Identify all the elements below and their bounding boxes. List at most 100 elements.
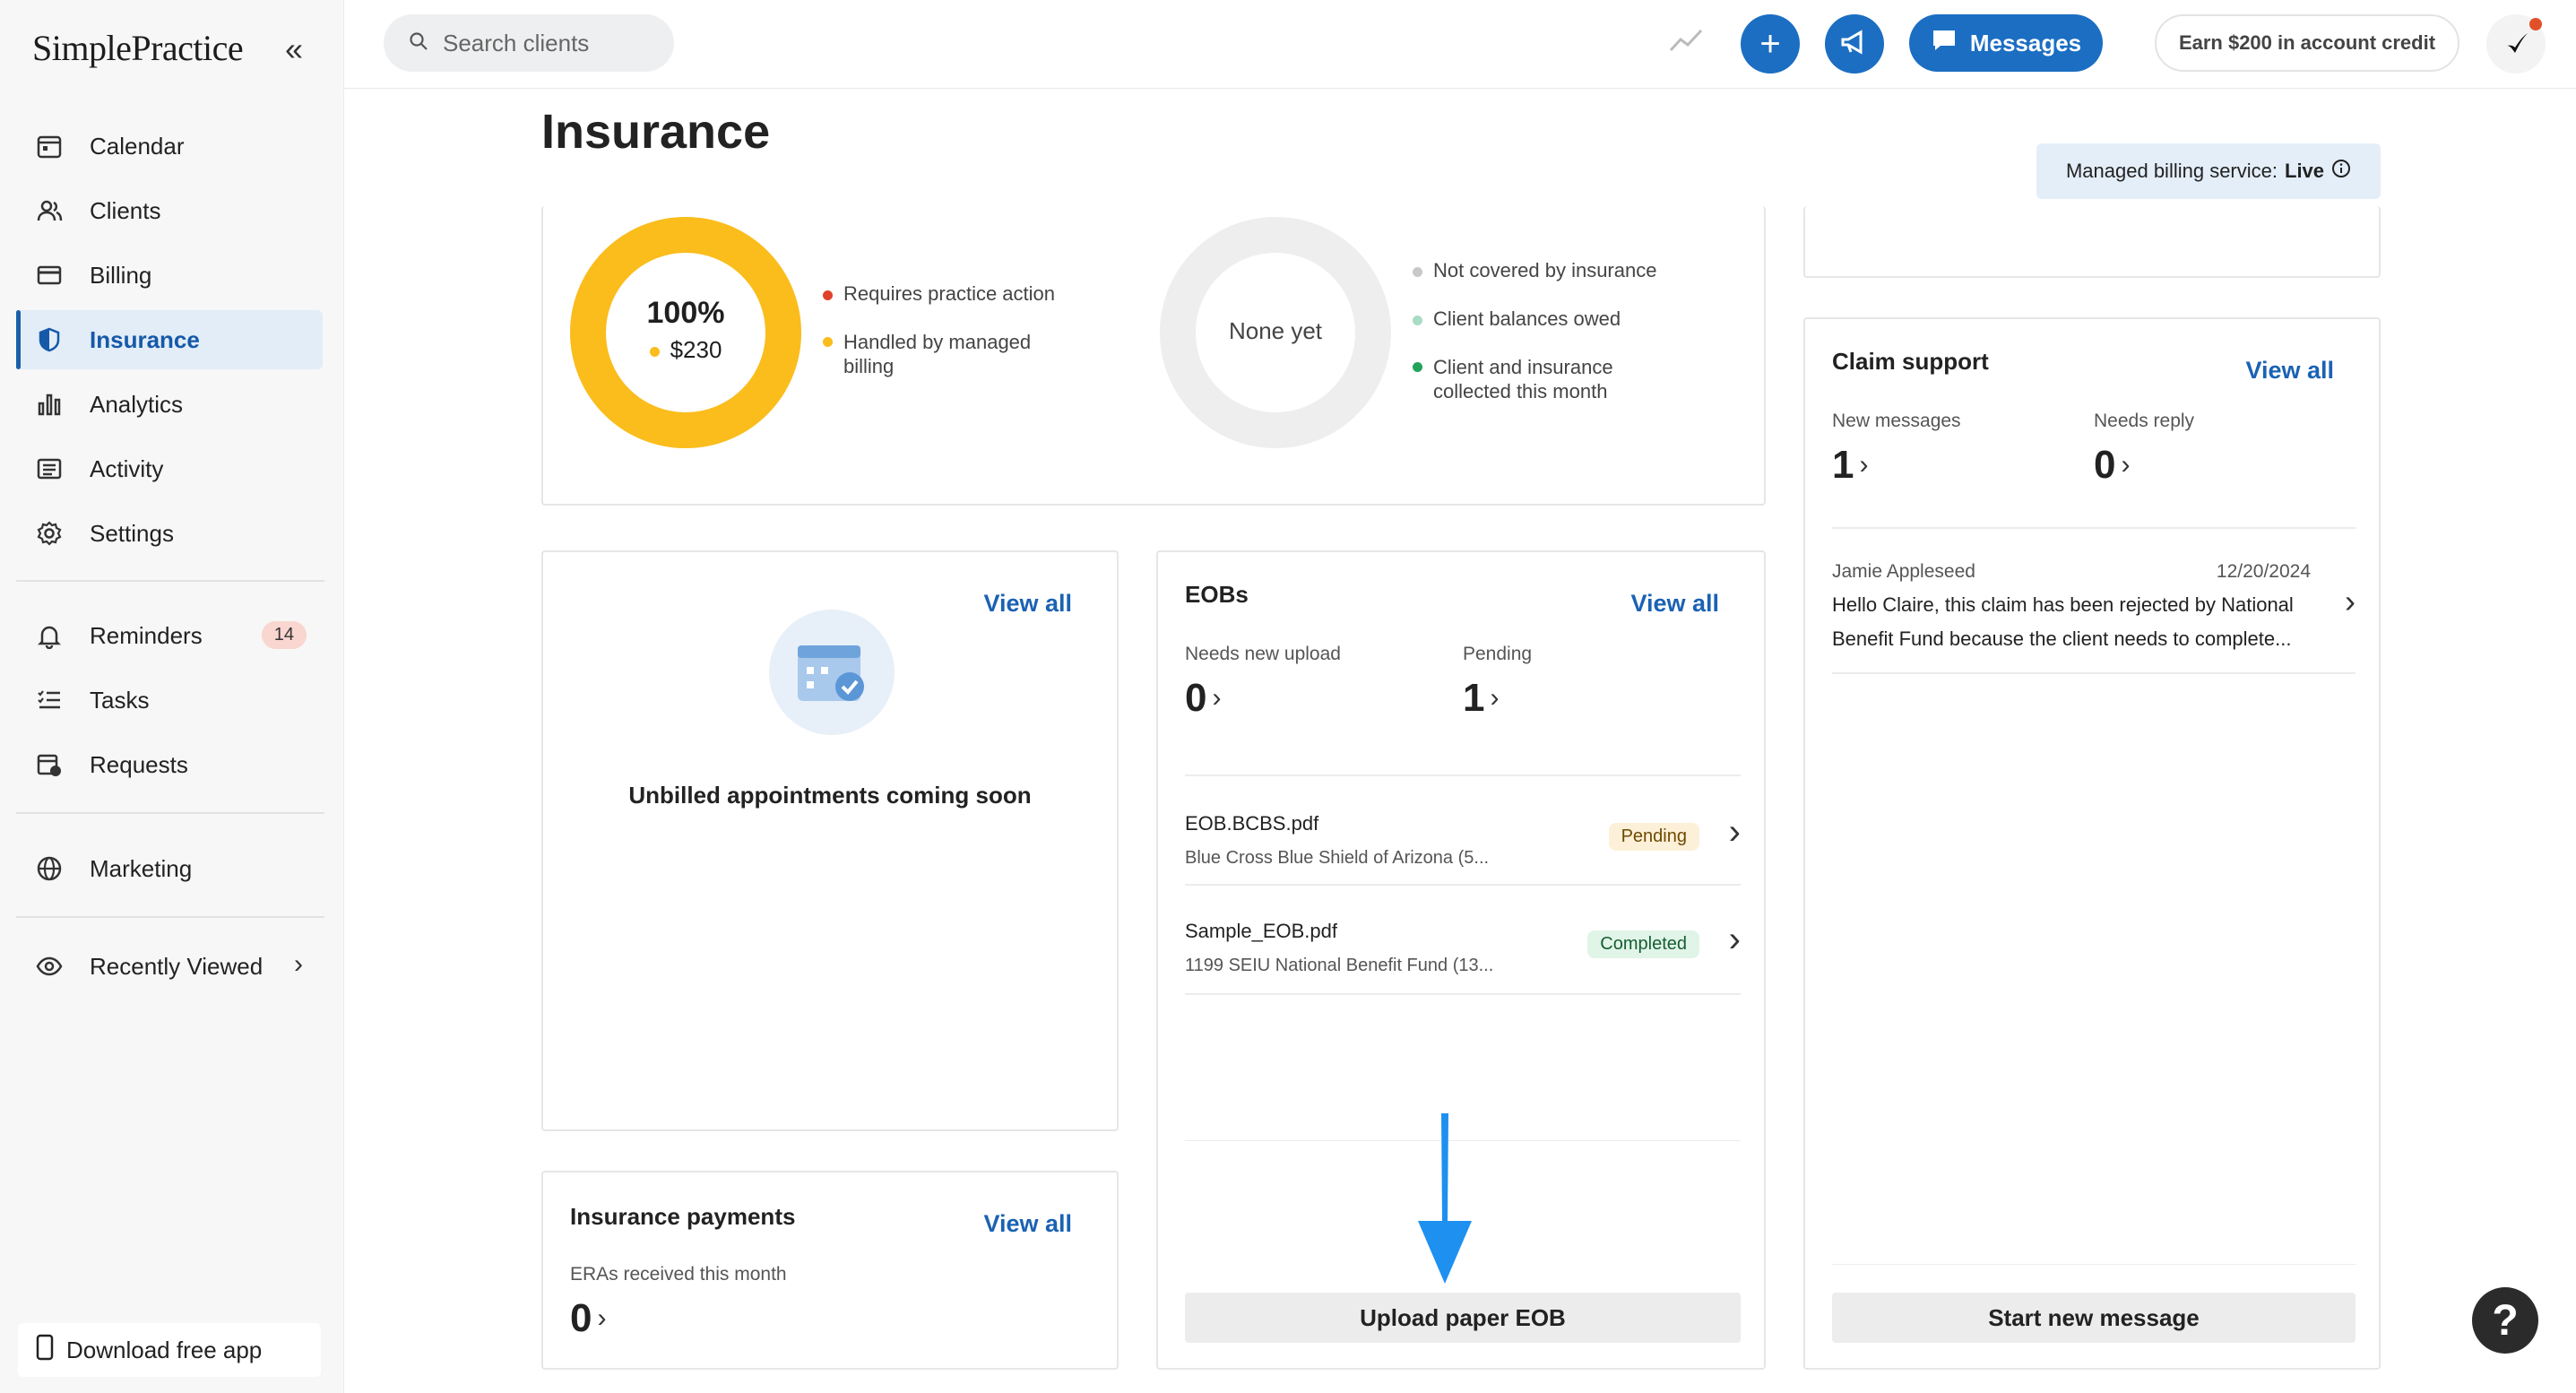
status-badge: Completed	[1587, 930, 1699, 958]
legend-label: Handled by managed billing	[843, 331, 1032, 377]
billing-icon	[34, 260, 65, 290]
new-messages-label: New messages	[1832, 411, 1961, 431]
sidebar-item-label: Analytics	[90, 390, 184, 418]
new-messages-link[interactable]: 1 ›	[1832, 443, 1868, 488]
sidebar-item-recently-viewed[interactable]: Recently Viewed ›	[16, 937, 323, 996]
needs-upload-link[interactable]: 0 ›	[1185, 676, 1221, 721]
chevron-right-icon: ›	[1490, 683, 1500, 713]
legend-label: Requires practice action	[843, 282, 1056, 305]
requests-icon	[34, 749, 65, 780]
collapse-sidebar-icon[interactable]: «	[285, 30, 303, 68]
needs-reply-count: 0	[2094, 443, 2116, 487]
claim-support-card: Claim support View all New messages 1 › N…	[1803, 317, 2381, 1370]
needs-upload-count: 0	[1185, 676, 1207, 720]
sidebar-item-analytics[interactable]: Analytics	[16, 375, 323, 434]
message-preview-line2: Benefit Fund because the client needs to…	[1832, 627, 2292, 650]
donut-amount: $230	[670, 336, 722, 363]
search-input[interactable]: Search clients	[384, 14, 674, 72]
claim-message-row[interactable]: Jamie Appleseed 12/20/2024 Hello Claire,…	[1832, 529, 2356, 672]
chevron-right-icon: ›	[597, 1303, 607, 1333]
sidebar-item-marketing[interactable]: Marketing	[16, 839, 323, 898]
sidebar-item-billing[interactable]: Billing	[16, 246, 323, 305]
search-icon	[409, 30, 428, 57]
right-top-card	[1803, 206, 2381, 278]
messages-button[interactable]: Messages	[1909, 14, 2103, 72]
avatar[interactable]	[2486, 14, 2546, 74]
eob-payer: 1199 SEIU National Benefit Fund (13...	[1185, 956, 1494, 975]
sidebar-item-label: Calendar	[90, 132, 185, 160]
legend-dot	[823, 290, 833, 300]
sidebar-item-label: Activity	[90, 454, 164, 482]
new-messages-count: 1	[1832, 443, 1854, 487]
message-date: 12/20/2024	[2216, 561, 2311, 582]
donut-empty-label: None yet	[1228, 317, 1323, 344]
sidebar-item-reminders[interactable]: Reminders 14	[16, 606, 323, 665]
chevron-right-icon: ›	[294, 949, 303, 979]
chevron-right-icon: ›	[1728, 812, 1741, 852]
activity-icon	[34, 454, 65, 484]
sidebar: SimplePractice « Calendar Clients Billin…	[0, 0, 344, 1393]
needs-reply-link[interactable]: 0 ›	[2094, 443, 2130, 488]
help-button[interactable]: ?	[2472, 1287, 2538, 1354]
eras-count-link[interactable]: 0 ›	[570, 1296, 606, 1341]
divider	[1185, 993, 1741, 995]
unbilled-view-all-link[interactable]: View all	[983, 590, 1072, 618]
message-preview-line1: Hello Claire, this claim has been reject…	[1832, 593, 2294, 616]
sidebar-divider	[16, 812, 324, 814]
eobs-view-all-link[interactable]: View all	[1630, 590, 1719, 618]
legend-item: Client balances owed	[1413, 307, 1621, 331]
sidebar-item-label: Settings	[90, 519, 174, 547]
upload-paper-eob-button[interactable]: Upload paper EOB	[1185, 1293, 1741, 1343]
download-app-button[interactable]: Download free app	[18, 1323, 321, 1377]
unbilled-message: Unbilled appointments coming soon	[628, 782, 1032, 809]
insurance-summary-card: 100% $230 Requires practice action Handl…	[541, 206, 1766, 506]
trend-icon[interactable]	[1669, 27, 1703, 58]
status-badge: Pending	[1608, 823, 1699, 851]
eras-count: 0	[570, 1296, 592, 1340]
sidebar-item-requests[interactable]: Requests	[16, 735, 323, 794]
announcements-button[interactable]	[1825, 14, 1884, 74]
sidebar-item-settings[interactable]: Settings	[16, 504, 323, 563]
earn-credit-button[interactable]: Earn $200 in account credit	[2155, 14, 2459, 72]
sidebar-item-clients[interactable]: Clients	[16, 181, 323, 240]
payments-view-all-link[interactable]: View all	[983, 1210, 1072, 1238]
managed-billing-status[interactable]: Managed billing service: Live	[2036, 143, 2381, 199]
add-button[interactable]: +	[1741, 14, 1800, 74]
phone-icon	[36, 1334, 54, 1367]
gear-icon	[34, 518, 65, 549]
sidebar-item-tasks[interactable]: Tasks	[16, 671, 323, 730]
legend-item: Client and insurance collected this mont…	[1413, 355, 1655, 403]
notification-dot	[2529, 18, 2542, 30]
legend-item: Requires practice action	[823, 281, 1055, 306]
eobs-card: EOBs View all Needs new upload 0 › Pendin…	[1156, 550, 1766, 1370]
chat-icon	[1931, 28, 1958, 59]
page-title: Insurance	[541, 105, 771, 159]
legend-item: Handled by managed billing	[823, 330, 1047, 378]
message-author: Jamie Appleseed	[1832, 561, 1975, 582]
sidebar-item-insurance[interactable]: Insurance	[16, 310, 323, 369]
start-new-message-button[interactable]: Start new message	[1832, 1293, 2356, 1343]
donut-percent: 100%	[646, 296, 725, 330]
sidebar-item-calendar[interactable]: Calendar	[16, 117, 323, 176]
legend-dot	[823, 337, 833, 347]
topbar-divider	[344, 88, 2576, 89]
analytics-icon	[34, 389, 65, 420]
sidebar-item-label: Recently Viewed	[90, 952, 264, 980]
calendar-icon	[34, 131, 65, 161]
sidebar-item-activity[interactable]: Activity	[16, 439, 323, 498]
managed-value: Live	[2285, 160, 2325, 182]
divider	[1832, 1264, 2356, 1265]
reminders-badge: 14	[261, 621, 307, 649]
donut-center: 100% $230	[568, 296, 803, 364]
search-placeholder: Search clients	[443, 29, 590, 56]
legend-dot	[1413, 315, 1422, 325]
eob-row[interactable]: Sample_EOB.pdf 1199 SEIU National Benefi…	[1185, 886, 1741, 993]
tasks-icon	[34, 685, 65, 715]
claims-view-all-link[interactable]: View all	[2245, 357, 2334, 385]
pending-link[interactable]: 1 ›	[1463, 676, 1499, 721]
eob-row[interactable]: EOB.BCBS.pdf Blue Cross Blue Shield of A…	[1185, 776, 1741, 884]
logo[interactable]: SimplePractice	[32, 27, 244, 69]
managed-label: Managed billing service:	[2065, 160, 2278, 182]
insurance-payments-card: Insurance payments View all ERAs receive…	[541, 1171, 1119, 1370]
sidebar-item-label: Insurance	[90, 325, 200, 353]
